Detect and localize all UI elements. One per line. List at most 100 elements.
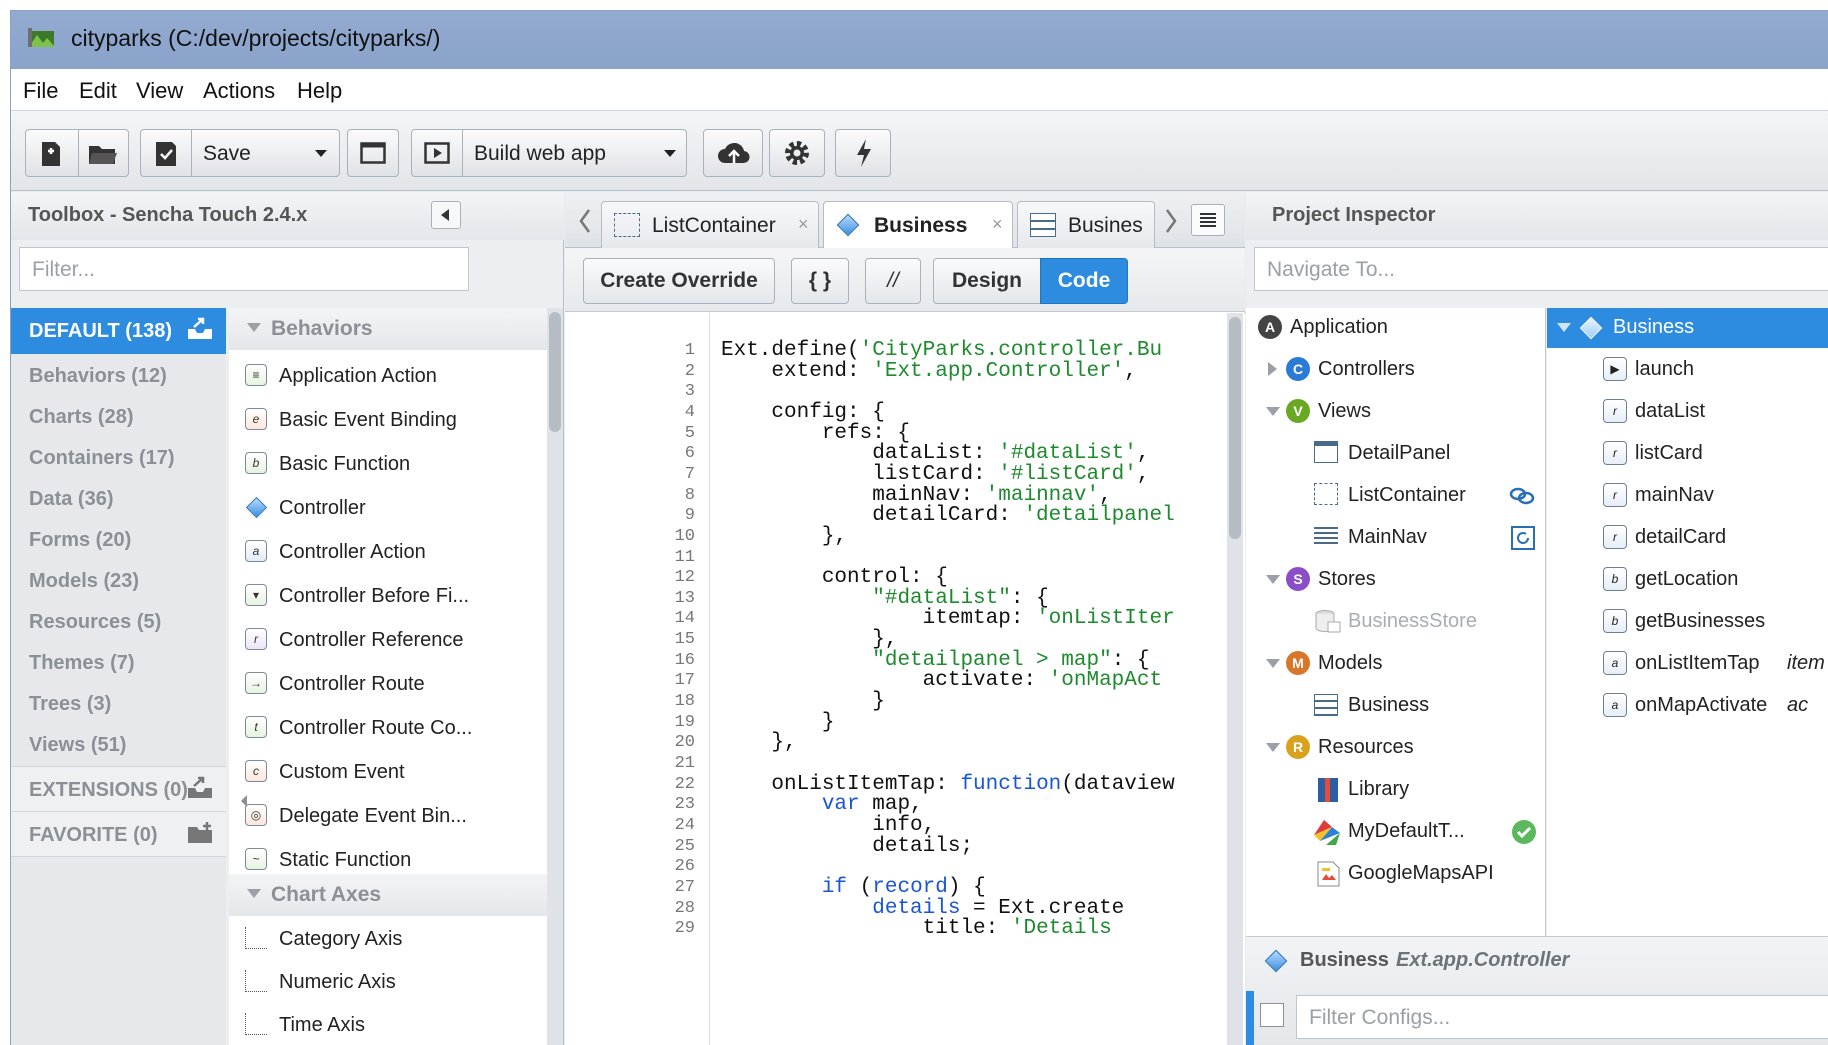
list-item[interactable]: r Controller Reference	[229, 618, 547, 662]
item-label: Controller Reference	[279, 629, 464, 651]
before-filter-icon: ▾	[245, 584, 267, 606]
tab-listcontainer[interactable]: ListContainer ×	[601, 201, 819, 248]
member-item[interactable]: ▶ launch	[1547, 350, 1828, 390]
list-item[interactable]: a Controller Action	[229, 530, 547, 574]
toggle-comment-button[interactable]: //	[865, 258, 921, 304]
line-number: 19	[674, 712, 695, 732]
toolbox-filter-input[interactable]: Filter...	[19, 247, 469, 291]
node-label: Business	[1613, 316, 1695, 338]
member-item[interactable]: b getBusinesses	[1547, 602, 1828, 642]
member-root-business[interactable]: Business	[1547, 308, 1828, 348]
custom-event-icon: c	[245, 760, 267, 782]
code-line: },	[721, 628, 897, 651]
code-view-button[interactable]: Code	[1040, 258, 1128, 304]
navigate-to-input[interactable]: Navigate To...	[1254, 247, 1828, 291]
line-number: 28	[674, 898, 695, 918]
filter-configs-input[interactable]: Filter Configs...	[1296, 995, 1828, 1039]
scrollbar-thumb[interactable]	[1229, 317, 1241, 539]
group-header-chart-axes[interactable]: Chart Axes	[229, 874, 547, 916]
code-area[interactable]: Ext.define('CityParks.controller.Bu exte…	[711, 313, 1245, 1045]
node-label: MainNav	[1348, 526, 1427, 548]
item-label: Controller	[279, 497, 366, 519]
collapse-toolbox-button[interactable]	[431, 201, 461, 229]
close-icon[interactable]: ×	[798, 214, 809, 235]
quick-action-button[interactable]	[835, 129, 891, 177]
editor-scrollbar[interactable]	[1227, 313, 1243, 1045]
save-icon	[151, 139, 181, 169]
list-item[interactable]: ◎ Delegate Event Bin...	[229, 794, 547, 838]
member-item[interactable]: b getLocation	[1547, 560, 1828, 600]
member-label: detailCard	[1635, 526, 1727, 548]
member-label: getLocation	[1635, 568, 1739, 590]
menu-help[interactable]: Help	[297, 78, 342, 104]
tree-node-mainnav[interactable]: MainNav	[1246, 518, 1545, 558]
tab-business-model[interactable]: Busines	[1017, 201, 1155, 248]
list-item[interactable]: Time Axis	[229, 1003, 547, 1045]
member-item[interactable]: r dataList	[1547, 392, 1828, 432]
category-charts[interactable]: Charts (28)	[11, 394, 226, 440]
member-item[interactable]: a onMapActivate ac	[1547, 686, 1828, 726]
category-models[interactable]: Models (23)	[11, 558, 226, 604]
tab-business[interactable]: Business ×	[823, 201, 1013, 248]
list-item[interactable]: Category Axis	[229, 917, 547, 961]
list-item[interactable]: Numeric Axis	[229, 960, 547, 1004]
list-item[interactable]: ≡ Application Action	[229, 354, 547, 398]
category-themes[interactable]: Themes (7)	[11, 640, 226, 686]
line-number: 4	[684, 402, 695, 422]
save-dropdown-button[interactable]: Save	[140, 129, 340, 177]
category-containers[interactable]: Containers (17)	[11, 435, 226, 481]
resize-grip-icon[interactable]	[237, 791, 251, 811]
category-resources[interactable]: Resources (5)	[11, 599, 226, 645]
open-folder-icon[interactable]	[86, 140, 120, 168]
list-item[interactable]: Controller	[229, 486, 547, 530]
new-file-icon[interactable]	[36, 140, 66, 168]
close-icon[interactable]: ×	[992, 214, 1003, 235]
build-web-app-dropdown[interactable]: Build web app	[411, 129, 687, 177]
select-all-checkbox[interactable]	[1260, 1003, 1284, 1027]
code-token: activate:	[721, 669, 1049, 693]
list-item[interactable]: t Controller Route Co...	[229, 706, 547, 750]
category-default[interactable]: DEFAULT (138)	[11, 308, 226, 354]
menu-actions[interactable]: Actions	[203, 78, 275, 104]
application-icon: A	[1258, 315, 1282, 339]
member-item[interactable]: r listCard	[1547, 434, 1828, 474]
category-favorite[interactable]: FAVORITE (0)	[11, 811, 226, 857]
line-number: 1	[684, 341, 695, 360]
category-extensions[interactable]: EXTENSIONS (0)	[11, 766, 226, 812]
category-behaviors[interactable]: Behaviors (12)	[11, 353, 226, 399]
refresh-icon[interactable]	[1510, 525, 1536, 551]
format-braces-button[interactable]: { }	[791, 258, 849, 304]
scrollbar-thumb[interactable]	[549, 312, 561, 432]
build-run-icon	[422, 139, 452, 167]
list-item[interactable]: → Controller Route	[229, 662, 547, 706]
member-item[interactable]: r mainNav	[1547, 476, 1828, 516]
preview-button[interactable]	[347, 129, 399, 177]
menu-edit[interactable]: Edit	[79, 78, 117, 104]
list-item[interactable]: e Basic Event Binding	[229, 398, 547, 442]
category-trees[interactable]: Trees (3)	[11, 681, 226, 727]
member-item[interactable]: a onListItemTap item	[1547, 644, 1828, 684]
member-item[interactable]: r detailCard	[1547, 518, 1828, 558]
deploy-button[interactable]	[703, 129, 763, 177]
link-icon[interactable]	[1508, 484, 1536, 508]
design-view-button[interactable]: Design	[933, 258, 1041, 304]
settings-button[interactable]	[769, 129, 825, 177]
list-item[interactable]: ▾ Controller Before Fi...	[229, 574, 547, 618]
code-token: function	[960, 772, 1062, 796]
menu-file[interactable]: File	[23, 78, 58, 104]
tree-node-theme[interactable]: MyDefaultT...	[1246, 812, 1545, 852]
tab-scroll-left-icon[interactable]	[575, 206, 595, 236]
create-override-button[interactable]: Create Override	[583, 258, 775, 304]
tab-scroll-right-icon[interactable]	[1161, 206, 1181, 236]
group-header-behaviors[interactable]: Behaviors	[229, 308, 547, 350]
tab-list-menu-icon[interactable]	[1191, 204, 1225, 236]
category-data[interactable]: Data (36)	[11, 476, 226, 522]
category-views[interactable]: Views (51)	[11, 722, 226, 768]
node-label: Application	[1290, 316, 1388, 338]
list-item[interactable]: b Basic Function	[229, 442, 547, 486]
tree-node-listcontainer[interactable]: ListContainer	[1246, 476, 1545, 516]
toolbox-scrollbar[interactable]	[547, 308, 563, 1045]
category-forms[interactable]: Forms (20)	[11, 517, 226, 563]
list-item[interactable]: c Custom Event	[229, 750, 547, 794]
menu-view[interactable]: View	[136, 78, 183, 104]
